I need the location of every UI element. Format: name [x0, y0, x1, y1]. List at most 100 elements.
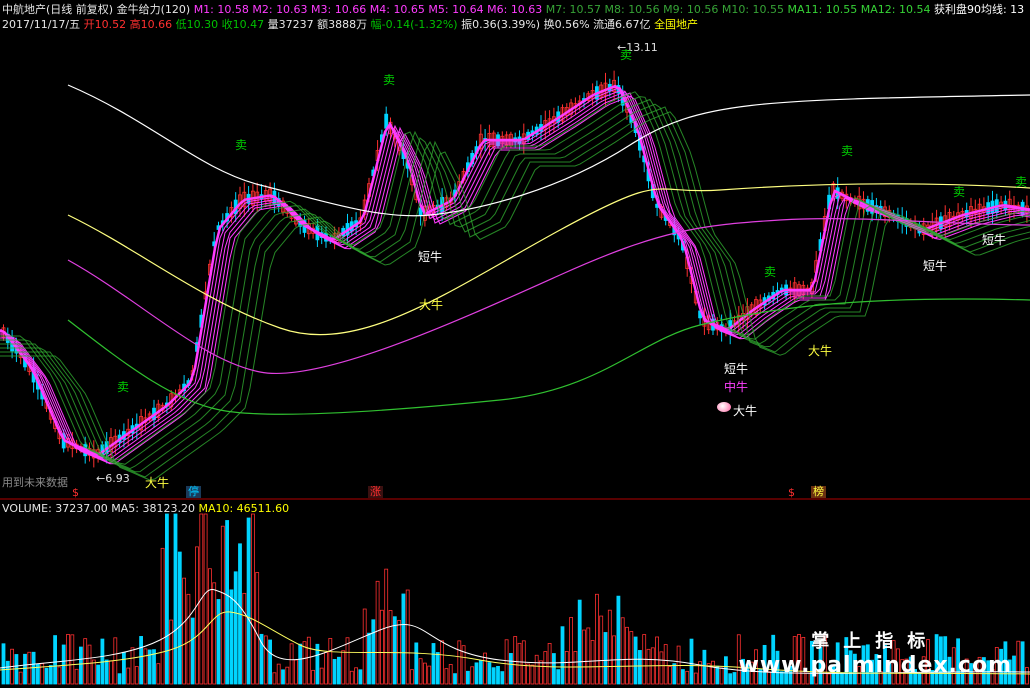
- volume-bar: [504, 639, 509, 685]
- volume-bar: [48, 665, 53, 685]
- main-chart[interactable]: [0, 0, 1030, 688]
- volume-bar: [83, 638, 88, 685]
- volume-bar: [324, 652, 328, 685]
- volume-bar: [500, 671, 505, 685]
- quote-header: 2017/11/17/五 开10.52 高10.66 低10.30 收10.47…: [2, 18, 698, 32]
- volume-bar: [79, 646, 83, 685]
- volume-bar: [410, 669, 414, 685]
- volume-bar: [311, 669, 316, 685]
- volume-bar: [229, 589, 234, 685]
- volume-bar: [659, 651, 664, 685]
- close-value: 10.47: [232, 18, 265, 31]
- volume-bar: [156, 663, 161, 685]
- open-label: 开: [83, 18, 95, 31]
- indicator-name[interactable]: 金牛给力(120): [117, 3, 191, 16]
- ma-value: M7: 10.57: [542, 3, 601, 16]
- ma-value: M8: 10.56: [601, 3, 660, 16]
- volume-bar: [207, 568, 212, 685]
- volume-bar: [57, 666, 62, 685]
- volume-bar: [397, 619, 402, 685]
- volume-bar: [599, 615, 604, 685]
- volume-bar: [655, 636, 659, 685]
- ma-value: MA11: 10.55: [784, 3, 858, 16]
- low-price-label: 6.93: [105, 472, 130, 485]
- big-bull-signal: 大牛: [145, 476, 170, 490]
- volume-bar: [418, 658, 423, 685]
- volume-bar: [134, 666, 139, 685]
- volume-bar: [732, 672, 737, 685]
- volume-bar: [453, 673, 457, 685]
- ma-value: M2: 10.63: [248, 3, 308, 16]
- limit-up-tag[interactable]: 涨: [368, 486, 383, 498]
- volume-bar: [328, 638, 333, 685]
- volume-bar: [711, 660, 715, 685]
- volume-bar: [474, 662, 479, 685]
- volume-value: VOLUME: 37237.00: [2, 502, 108, 515]
- volume-bar: [195, 546, 199, 685]
- volume-bar: [164, 513, 169, 685]
- volume-bar: [582, 629, 586, 685]
- volume-bar: [18, 671, 23, 685]
- volume-bar: [1020, 641, 1025, 685]
- volume-bar: [61, 644, 66, 685]
- volume-bar: [246, 517, 251, 685]
- ma-value: M6: 10.63: [483, 3, 543, 16]
- short-bull-signal: 短牛: [982, 233, 1007, 247]
- volume-bar: [341, 650, 346, 685]
- volume-bar: [543, 651, 548, 685]
- volume-bar: [702, 649, 707, 685]
- sell-signal: 卖: [235, 138, 248, 152]
- volume-bar: [87, 644, 92, 685]
- volume-bar: [715, 665, 720, 685]
- halt-tag[interactable]: 停: [186, 486, 201, 498]
- short-bull-signal: 短牛: [923, 259, 948, 273]
- dollar-tag[interactable]: $: [786, 487, 797, 499]
- volume-bar: [431, 643, 436, 685]
- volume-bar: [569, 617, 573, 685]
- volume-bar: [268, 639, 273, 685]
- volume-bar: [638, 650, 642, 685]
- sell-signal: 卖: [764, 265, 777, 279]
- volume-bar: [44, 667, 49, 685]
- ma-value: 获利盘90均线: 13: [930, 3, 1025, 16]
- volume-bar: [220, 525, 225, 685]
- volume-bar: [319, 667, 324, 685]
- high-value: 10.66: [140, 18, 173, 31]
- volume-bar: [362, 608, 367, 685]
- low-price-marker: ←6.93: [96, 472, 130, 485]
- volume-bar: [603, 632, 608, 685]
- sell-signal: 卖: [117, 380, 130, 394]
- short-bull-signal: 短牛: [418, 250, 443, 264]
- volume-bar: [345, 637, 350, 685]
- short-bull-signal: 短牛: [724, 362, 749, 376]
- volume-bar: [255, 572, 260, 685]
- volume-bar: [379, 609, 384, 685]
- volume-bar: [70, 634, 75, 685]
- high-label: 高: [129, 18, 141, 31]
- sector-text[interactable]: 全国地产: [654, 18, 698, 31]
- volume-ma5: MA5: 38123.20: [111, 502, 195, 515]
- volume-bar: [367, 632, 371, 685]
- volume-bar: [242, 592, 247, 685]
- volume-bar: [371, 619, 376, 685]
- volume-bar: [139, 636, 144, 685]
- ranking-tag[interactable]: 榜: [811, 486, 826, 498]
- volume-bar: [724, 656, 728, 685]
- volume-bar: [263, 635, 268, 685]
- volume-bar: [169, 619, 174, 685]
- dollar-tag[interactable]: $: [70, 487, 81, 499]
- volume-bar: [564, 651, 569, 685]
- volume-bar: [1025, 667, 1029, 685]
- volume-bar: [332, 659, 337, 685]
- volume-bar: [526, 663, 530, 685]
- volume-bar: [96, 664, 100, 685]
- mid-bull-signal: 中牛: [724, 380, 749, 394]
- big-bull-signal: 大牛: [419, 298, 444, 312]
- volume-bar: [470, 666, 475, 685]
- volume-bar: [693, 672, 698, 685]
- volume-bar: [422, 662, 427, 685]
- ma-value: MA12: 10.54: [857, 3, 931, 16]
- volume-bar: [689, 638, 694, 685]
- stock-title[interactable]: 中航地产(日线 前复权): [2, 3, 113, 16]
- quote-date: 2017/11/17/五: [2, 18, 81, 31]
